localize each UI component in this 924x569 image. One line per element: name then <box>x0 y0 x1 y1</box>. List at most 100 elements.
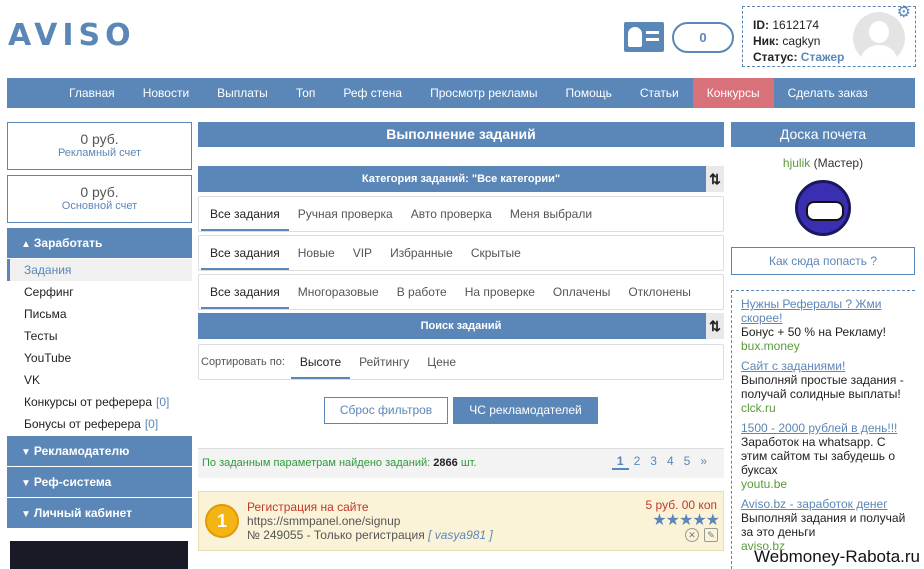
page-next[interactable]: » <box>695 454 712 470</box>
tab-paid[interactable]: Оплачены <box>544 275 619 309</box>
sidebar-item-youtube[interactable]: YouTube <box>7 347 192 369</box>
task-url: https://smmpanel.one/signup <box>247 514 401 528</box>
chevron-down-icon: ▼ <box>21 509 31 520</box>
nav-item-payouts[interactable]: Выплаты <box>203 78 282 108</box>
nav-item-news[interactable]: Новости <box>129 78 203 108</box>
sidebar-item-tests[interactable]: Тесты <box>7 325 192 347</box>
sort-toggle-icon[interactable]: ⇅ <box>706 313 724 339</box>
gear-icon[interactable]: ⚙ <box>897 5 911 21</box>
found-count: 2866 <box>433 457 458 469</box>
ad-account-box[interactable]: 0 руб. Рекламный счет <box>7 122 192 170</box>
task-card[interactable]: 1 Регистрация на сайте https://smmpanel.… <box>198 491 724 551</box>
honor-user[interactable]: hjulik (Мастер) <box>731 156 915 170</box>
advertiser-blacklist-button[interactable]: ЧС рекламодателей <box>453 397 598 424</box>
category-bar[interactable]: Категория заданий: "Все категории" ⇅ <box>198 166 724 192</box>
sort-by-height[interactable]: Высоте <box>290 345 351 379</box>
logo[interactable]: AVISO <box>8 18 136 53</box>
nick-label: Ник: <box>753 34 780 48</box>
honor-avatar[interactable] <box>795 180 851 236</box>
ad-item[interactable]: 1500 - 2000 рублей в день!!! Заработок на… <box>741 421 911 491</box>
results-summary: По заданным параметрам найдено заданий: … <box>198 448 724 478</box>
how-to-get-here-button[interactable]: Как сюда попасть ? <box>731 247 915 275</box>
nav-item-ref-wall[interactable]: Реф стена <box>329 78 416 108</box>
chevron-down-icon: ▼ <box>21 478 31 489</box>
sort-label: Сортировать по: <box>201 356 285 368</box>
nav-item-help[interactable]: Помощь <box>552 78 626 108</box>
sidebar-item-referrer-bonuses[interactable]: Бонусы от реферера [0] <box>7 413 192 435</box>
tab-reusable[interactable]: Многоразовые <box>289 275 388 309</box>
sidebar-section-advertiser[interactable]: ▼ Рекламодателю <box>7 436 192 466</box>
hide-task-icon[interactable]: ✕ <box>685 528 699 542</box>
sidebar-section-cabinet[interactable]: ▼ Личный кабинет <box>7 498 192 528</box>
balance-button[interactable]: 0 <box>672 22 734 53</box>
sidebar-section-earn[interactable]: ▲ Заработать <box>7 228 192 258</box>
tab-manual-check[interactable]: Ручная проверка <box>289 197 402 231</box>
tab-vip[interactable]: VIP <box>344 236 381 270</box>
sidebar-item-referrer-contests[interactable]: Конкурсы от реферера [0] <box>7 391 192 413</box>
pagination: 1 2 3 4 5 » <box>611 454 712 470</box>
chevron-up-icon: ▲ <box>21 239 31 250</box>
task-title[interactable]: Регистрация на сайте <box>247 500 369 514</box>
sort-by-rating[interactable]: Рейтингу <box>350 345 418 379</box>
tab-all-tasks[interactable]: Все задания <box>201 236 289 270</box>
page-1[interactable]: 1 <box>611 454 629 470</box>
found-text: По заданным параметрам найдено заданий: <box>202 457 431 469</box>
user-status[interactable]: Стажер <box>801 50 845 64</box>
honor-board-title: Доска почета <box>731 122 915 147</box>
nav-item-contests[interactable]: Конкурсы <box>692 78 774 108</box>
chevron-down-icon: ▼ <box>21 447 31 458</box>
nav-item-top[interactable]: Топ <box>282 78 330 108</box>
task-author[interactable]: [ vasya981 ] <box>428 528 493 542</box>
ad-item[interactable]: Сайт с заданиями! Выполняй простые задани… <box>741 359 911 415</box>
tab-chose-me[interactable]: Меня выбрали <box>501 197 601 231</box>
tab-under-review[interactable]: На проверке <box>456 275 544 309</box>
page-2[interactable]: 2 <box>629 454 646 470</box>
sidebar-menu: Задания Серфинг Письма Тесты YouTube VK … <box>7 259 192 435</box>
user-card-icon[interactable] <box>624 22 664 52</box>
tab-rejected[interactable]: Отклонены <box>619 275 700 309</box>
sidebar-section-label: Заработать <box>33 236 103 250</box>
task-info: № 249055 - Только регистрация [ vasya981… <box>247 528 493 542</box>
sidebar-item-vk[interactable]: VK <box>7 369 192 391</box>
search-bar[interactable]: Поиск заданий ⇅ <box>198 313 724 339</box>
user-id: 1612174 <box>772 18 820 32</box>
main-account-amount: 0 руб. <box>80 184 119 200</box>
nav-item-make-order[interactable]: Сделать заказ <box>774 78 882 108</box>
ad-account-label: Рекламный счет <box>57 147 142 159</box>
sort-toggle-icon[interactable]: ⇅ <box>706 166 724 192</box>
status-label: Статус: <box>753 50 798 64</box>
nav-item-view-ads[interactable]: Просмотр рекламы <box>416 78 551 108</box>
sidebar-item-letters[interactable]: Письма <box>7 303 192 325</box>
user-nick: cagkyn <box>782 34 821 48</box>
sort-by-price[interactable]: Цене <box>418 345 465 379</box>
page-3[interactable]: 3 <box>645 454 662 470</box>
page-4[interactable]: 4 <box>662 454 679 470</box>
rating-stars-icon: ★★★★★ <box>652 512 720 529</box>
nav-item-articles[interactable]: Статьи <box>626 78 693 108</box>
sidebar-item-tasks[interactable]: Задания <box>7 259 192 281</box>
sort-tabs: Сортировать по: Высоте Рейтингу Цене <box>198 344 724 380</box>
tab-all-tasks[interactable]: Все задания <box>201 197 289 231</box>
sidebar-item-surfing[interactable]: Серфинг <box>7 281 192 303</box>
tab-new[interactable]: Новые <box>289 236 344 270</box>
watermark: Webmoney-Rabota.ru <box>754 547 920 566</box>
sidebar-section-ref-system[interactable]: ▼ Реф-система <box>7 467 192 497</box>
tab-all-tasks[interactable]: Все задания <box>201 275 289 309</box>
page-5[interactable]: 5 <box>679 454 696 470</box>
id-label: ID: <box>753 18 769 32</box>
check-type-tabs: Все задания Ручная проверка Авто проверк… <box>198 196 724 232</box>
main-account-box[interactable]: 0 руб. Основной счет <box>7 175 192 223</box>
tab-hidden[interactable]: Скрытые <box>462 236 530 270</box>
ad-item[interactable]: Нужны Рефералы ? Жми скорее! Бонус + 50 %… <box>741 297 911 353</box>
page-title: Выполнение заданий <box>198 122 724 147</box>
tab-auto-check[interactable]: Авто проверка <box>402 197 501 231</box>
edit-note-icon[interactable]: ✎ <box>704 528 718 542</box>
ad-item[interactable]: Aviso.bz - заработок денег Выполняй задан… <box>741 497 911 553</box>
tab-favorites[interactable]: Избранные <box>381 236 462 270</box>
sidebar-banner[interactable] <box>10 541 188 569</box>
ad-block: Нужны Рефералы ? Жми скорее! Бонус + 50 %… <box>731 290 915 569</box>
tab-in-progress[interactable]: В работе <box>388 275 456 309</box>
nav-item-home[interactable]: Главная <box>55 78 129 108</box>
rank-coin-icon: 1 <box>205 504 239 538</box>
reset-filters-button[interactable]: Сброс фильтров <box>324 397 448 424</box>
